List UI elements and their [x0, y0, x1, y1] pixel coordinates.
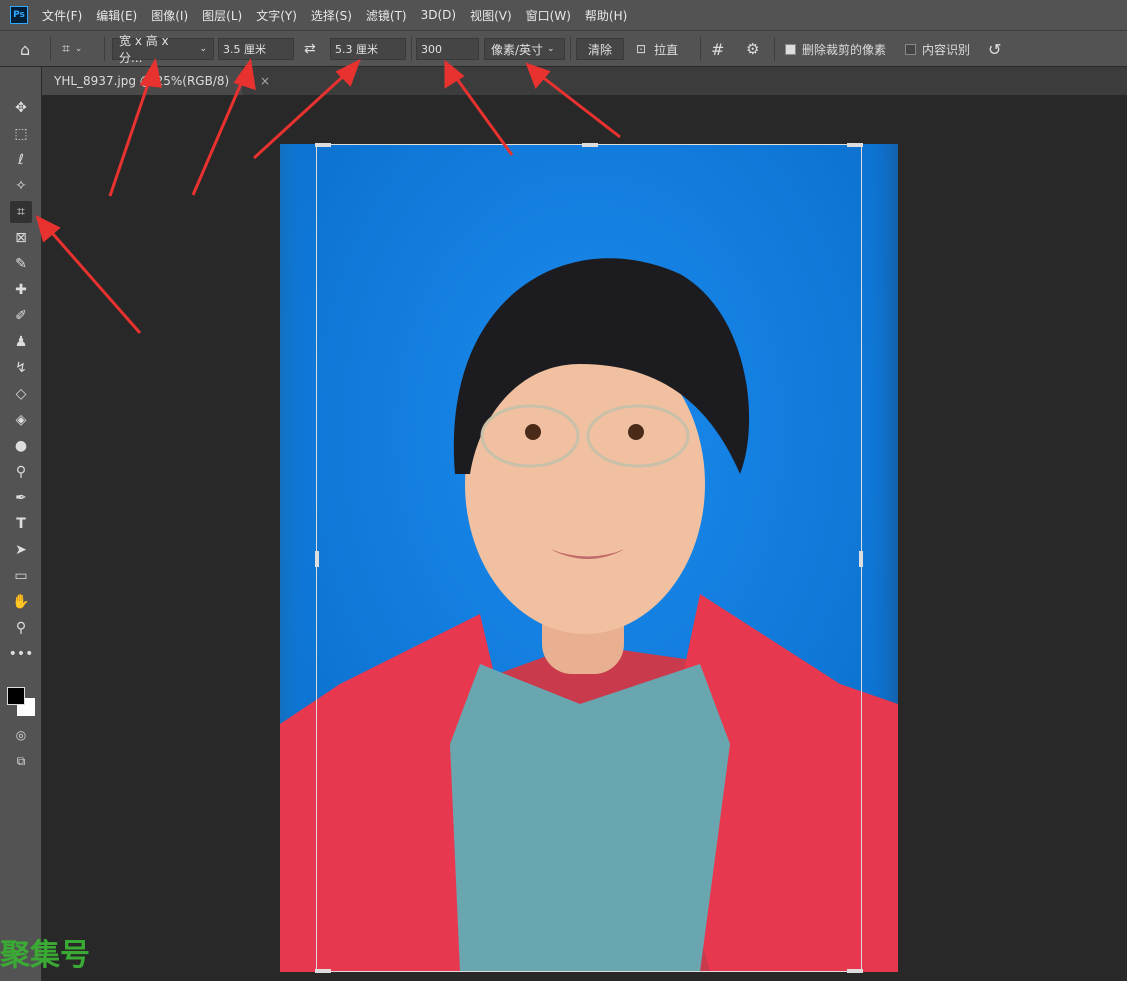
- arrow-crop-tool: [46, 226, 140, 333]
- crop-tool-icon[interactable]: ⌗: [10, 201, 32, 223]
- menu-view[interactable]: 视图(V): [470, 7, 512, 24]
- swap-icon[interactable]: ⇄: [304, 38, 316, 60]
- frame-tool-icon[interactable]: ⊠: [10, 227, 32, 249]
- crop-handle-right[interactable]: [859, 551, 863, 567]
- blur-tool-icon[interactable]: ●: [10, 435, 32, 457]
- crop-handle-bottom-right[interactable]: [847, 969, 863, 973]
- menu-bar: Ps 文件(F) 编辑(E) 图像(I) 图层(L) 文字(Y) 选择(S) 滤…: [0, 0, 1127, 30]
- rectangle-tool-icon[interactable]: ▭: [10, 565, 32, 587]
- watermark: 聚集号: [0, 930, 90, 974]
- photoshop-logo: Ps: [10, 6, 28, 24]
- content-aware-checkbox[interactable]: 内容识别: [905, 38, 970, 60]
- history-brush-tool-icon[interactable]: ↯: [10, 357, 32, 379]
- document-tab-bar: YHL_8937.jpg @ 25%(RGB/8) ×: [42, 67, 1127, 95]
- menu-select[interactable]: 选择(S): [311, 7, 352, 24]
- crop-handle-top[interactable]: [582, 143, 598, 147]
- crop-handle-top-right[interactable]: [847, 143, 863, 147]
- home-icon[interactable]: ⌂: [20, 38, 30, 60]
- magic-wand-tool-icon[interactable]: ✧: [10, 175, 32, 197]
- divider: [411, 37, 412, 61]
- menu-layer[interactable]: 图层(L): [202, 7, 242, 24]
- document-tab-title: YHL_8937.jpg @ 25%(RGB/8): [54, 74, 229, 88]
- menu-image[interactable]: 图像(I): [151, 7, 188, 24]
- menu-type[interactable]: 文字(Y): [256, 7, 297, 24]
- gear-icon[interactable]: ⚙: [746, 38, 759, 60]
- width-input[interactable]: 3.5 厘米: [218, 38, 294, 60]
- quick-mask-icon[interactable]: ◎: [10, 724, 32, 746]
- divider: [570, 37, 571, 61]
- delete-cropped-checkbox[interactable]: 删除裁剪的像素: [785, 38, 886, 60]
- pen-tool-icon[interactable]: ✒: [10, 487, 32, 509]
- crop-tool-preset-icon[interactable]: ⌗⌄: [62, 38, 82, 60]
- options-bar: ⌂ ⌗⌄ 宽 x 高 x 分...⌄ 3.5 厘米 ⇄ 5.3 厘米 300 像…: [0, 30, 1127, 67]
- menu-file[interactable]: 文件(F): [42, 7, 82, 24]
- crop-handle-top-left[interactable]: [315, 143, 331, 147]
- delete-cropped-label: 删除裁剪的像素: [802, 41, 886, 58]
- checkbox-unchecked-icon: [905, 44, 916, 55]
- path-selection-tool-icon[interactable]: ➤: [10, 539, 32, 561]
- divider: [50, 37, 51, 61]
- healing-brush-tool-icon[interactable]: ✚: [10, 279, 32, 301]
- straighten-icon: ⊡: [636, 42, 646, 56]
- resolution-input[interactable]: 300: [416, 38, 479, 60]
- straighten-button[interactable]: ⊡ 拉直: [636, 38, 678, 60]
- move-tool-icon[interactable]: ✥: [10, 97, 32, 119]
- divider: [700, 37, 701, 61]
- eraser-tool-icon[interactable]: ◇: [10, 383, 32, 405]
- straighten-label: 拉直: [654, 41, 678, 58]
- foreground-color-swatch[interactable]: [7, 687, 25, 705]
- stamp-tool-icon[interactable]: ♟: [10, 331, 32, 353]
- reset-icon[interactable]: ↺: [988, 38, 1001, 60]
- height-input[interactable]: 5.3 厘米: [330, 38, 406, 60]
- resolution-unit-select[interactable]: 像素/英寸 ⌄: [484, 38, 565, 60]
- type-tool-icon[interactable]: T: [10, 513, 32, 535]
- chevron-down-icon: ⌄: [547, 44, 555, 54]
- grid-overlay-icon[interactable]: #: [711, 38, 724, 60]
- ratio-preset-value: 宽 x 高 x 分...: [119, 32, 195, 66]
- marquee-tool-icon[interactable]: ⬚: [10, 123, 32, 145]
- crop-handle-left[interactable]: [315, 551, 319, 567]
- close-tab-icon[interactable]: ×: [260, 74, 270, 88]
- divider: [104, 37, 105, 61]
- checkbox-checked-icon: [785, 44, 796, 55]
- dodge-tool-icon[interactable]: ⚲: [10, 461, 32, 483]
- menu-help[interactable]: 帮助(H): [585, 7, 627, 24]
- eyedropper-tool-icon[interactable]: ✎: [10, 253, 32, 275]
- menu-edit[interactable]: 编辑(E): [96, 7, 137, 24]
- screen-mode-icon[interactable]: ⧉: [10, 750, 32, 772]
- paint-bucket-tool-icon[interactable]: ◈: [10, 409, 32, 431]
- content-aware-label: 内容识别: [922, 41, 970, 58]
- document-tab[interactable]: YHL_8937.jpg @ 25%(RGB/8) ×: [42, 67, 242, 95]
- divider: [774, 37, 775, 61]
- menu-filter[interactable]: 滤镜(T): [366, 7, 407, 24]
- brush-tool-icon[interactable]: ✐: [10, 305, 32, 327]
- ratio-preset-select[interactable]: 宽 x 高 x 分...⌄: [112, 38, 214, 60]
- resolution-unit-value: 像素/英寸: [491, 41, 543, 58]
- more-tools-icon[interactable]: •••: [10, 643, 32, 665]
- hand-tool-icon[interactable]: ✋: [10, 591, 32, 613]
- lasso-tool-icon[interactable]: ℓ: [10, 149, 32, 171]
- clear-button[interactable]: 清除: [576, 38, 624, 60]
- menu-3d[interactable]: 3D(D): [421, 8, 456, 22]
- crop-box[interactable]: [316, 144, 862, 972]
- crop-handle-bottom-left[interactable]: [315, 969, 331, 973]
- menu-window[interactable]: 窗口(W): [526, 7, 571, 24]
- chevron-down-icon: ⌄: [199, 44, 207, 54]
- tools-panel: ✥ ⬚ ℓ ✧ ⌗ ⊠ ✎ ✚ ✐ ♟ ↯ ◇ ◈ ● ⚲ ✒ T ➤ ▭ ✋ …: [0, 67, 42, 981]
- zoom-tool-icon[interactable]: ⚲: [10, 617, 32, 639]
